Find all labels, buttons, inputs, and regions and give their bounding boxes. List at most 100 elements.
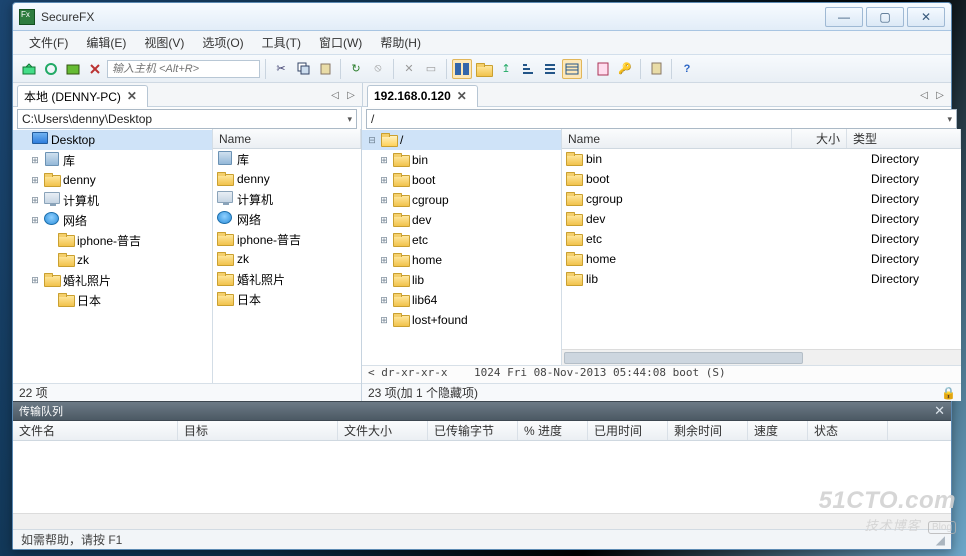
expando-icon[interactable]: ⊞ (378, 195, 390, 206)
tree-node[interactable]: ⊞ boot (362, 170, 561, 190)
tb-list-icon[interactable] (540, 59, 560, 79)
column-type[interactable]: 类型 (847, 129, 961, 148)
tree-node[interactable]: ⊞ etc (362, 230, 561, 250)
expando-icon[interactable]: ⊞ (378, 175, 390, 186)
tabs-prev-icon[interactable]: ◁ (328, 87, 342, 103)
list-item[interactable]: dev Directory (562, 209, 961, 229)
resize-grip-icon[interactable]: ◢ (936, 533, 943, 547)
list-item[interactable]: 库 (213, 149, 361, 169)
tree-node[interactable]: 日本 (13, 290, 212, 310)
tb-delete-icon[interactable]: ✕ (399, 59, 419, 79)
tree-node[interactable]: ⊞ 婚礼照片 (13, 270, 212, 290)
list-item[interactable]: iphone-普吉 (213, 229, 361, 249)
menu-file[interactable]: 文件(F) (21, 32, 76, 53)
tb-copy-icon[interactable] (293, 59, 313, 79)
tb-refresh-icon[interactable]: ↻ (346, 59, 366, 79)
close-icon[interactable]: ✕ (934, 403, 945, 419)
expando-icon[interactable]: ⊞ (29, 175, 41, 186)
tb-help-icon[interactable]: ? (677, 59, 697, 79)
expando-icon[interactable]: ⊞ (29, 195, 41, 206)
column-name[interactable]: Name (213, 129, 361, 148)
tb-bookmark-icon[interactable] (646, 59, 666, 79)
local-list[interactable]: 库 denny 计算机 网络 iphone-普吉 zk 婚礼照片 日本 (213, 149, 361, 383)
close-icon[interactable]: ✕ (125, 89, 139, 103)
tb-quick-connect-icon[interactable] (19, 59, 39, 79)
expando-icon[interactable]: ⊞ (378, 155, 390, 166)
menu-window[interactable]: 窗口(W) (311, 32, 370, 53)
tb-two-pane-icon[interactable] (452, 59, 472, 79)
tree-node[interactable]: ⊞ lib64 (362, 290, 561, 310)
tb-stop-icon[interactable]: ⦸ (368, 59, 388, 79)
tb-key-icon[interactable]: 🔑 (615, 59, 635, 79)
expando-icon[interactable]: ⊞ (378, 315, 390, 326)
remote-path-combo[interactable]: / ▾ (366, 109, 957, 129)
queue-column[interactable]: % 进度 (518, 421, 588, 440)
tb-details-icon[interactable] (562, 59, 582, 79)
list-item[interactable]: boot Directory (562, 169, 961, 189)
tb-upload-icon[interactable]: ↥ (496, 59, 516, 79)
expando-icon[interactable]: ⊞ (378, 235, 390, 246)
menu-edit[interactable]: 编辑(E) (78, 32, 134, 53)
close-button[interactable]: ✕ (907, 7, 945, 27)
menu-view[interactable]: 视图(V) (136, 32, 192, 53)
tb-paste-icon[interactable] (315, 59, 335, 79)
tree-node[interactable]: ⊞ home (362, 250, 561, 270)
tb-reconnect-icon[interactable] (41, 59, 61, 79)
transfer-queue-body[interactable] (13, 441, 951, 513)
tab-remote[interactable]: 192.168.0.120 ✕ (367, 85, 478, 107)
queue-column[interactable]: 文件名 (13, 421, 178, 440)
maximize-button[interactable]: ▢ (866, 7, 904, 27)
list-item[interactable]: 网络 (213, 209, 361, 229)
tb-cut-icon[interactable]: ✂ (271, 59, 291, 79)
menu-options[interactable]: 选项(O) (194, 32, 251, 53)
tree-node[interactable]: ⊞ 库 (13, 150, 212, 170)
transfer-queue-hscrollbar[interactable] (13, 513, 951, 529)
expando-icon[interactable]: ⊞ (29, 275, 41, 286)
tree-node[interactable]: ⊞ denny (13, 170, 212, 190)
tb-disconnect-icon[interactable] (85, 59, 105, 79)
expando-icon[interactable]: ⊞ (378, 215, 390, 226)
close-icon[interactable]: ✕ (455, 89, 469, 103)
tree-node[interactable]: ⊞ cgroup (362, 190, 561, 210)
column-name[interactable]: Name (562, 129, 792, 148)
queue-column[interactable]: 速度 (748, 421, 808, 440)
tb-session-icon[interactable] (63, 59, 83, 79)
queue-column[interactable]: 文件大小 (338, 421, 428, 440)
list-item[interactable]: 日本 (213, 289, 361, 309)
queue-column[interactable]: 已用时间 (588, 421, 668, 440)
column-size[interactable]: 大小 (792, 129, 847, 148)
tree-node[interactable]: ⊞ 计算机 (13, 190, 212, 210)
local-tree[interactable]: Desktop ⊞ 库 ⊞ denny ⊞ 计算机 ⊞ 网络 iphone-普吉 (13, 129, 212, 383)
tree-node[interactable]: ⊞ lib (362, 270, 561, 290)
queue-column[interactable]: 目标 (178, 421, 338, 440)
menu-tools[interactable]: 工具(T) (254, 32, 309, 53)
expando-icon[interactable]: ⊞ (29, 215, 41, 226)
tree-node[interactable]: ⊞ bin (362, 150, 561, 170)
tree-node[interactable]: ⊟ / (362, 130, 561, 150)
tree-node[interactable]: ⊞ dev (362, 210, 561, 230)
tb-new-folder-icon[interactable] (474, 59, 494, 79)
expando-icon[interactable]: ⊟ (366, 135, 378, 146)
list-item[interactable]: denny (213, 169, 361, 189)
list-item[interactable]: zk (213, 249, 361, 269)
queue-column[interactable]: 状态 (808, 421, 888, 440)
tb-tree-icon[interactable] (518, 59, 538, 79)
expando-icon[interactable]: ⊞ (378, 295, 390, 306)
tabs-next-icon[interactable]: ▷ (933, 87, 947, 103)
remote-list[interactable]: bin Directory boot Directory cgroup Dire… (562, 149, 961, 349)
remote-hscrollbar[interactable] (562, 349, 961, 365)
list-item[interactable]: etc Directory (562, 229, 961, 249)
host-input[interactable] (107, 60, 260, 78)
list-item[interactable]: home Directory (562, 249, 961, 269)
tabs-next-icon[interactable]: ▷ (344, 87, 358, 103)
expando-icon[interactable]: ⊞ (29, 155, 41, 166)
expando-icon[interactable]: ⊞ (378, 275, 390, 286)
tree-node[interactable]: ⊞ 网络 (13, 210, 212, 230)
tabs-prev-icon[interactable]: ◁ (917, 87, 931, 103)
remote-tree[interactable]: ⊟ / ⊞ bin ⊞ boot ⊞ cgroup ⊞ dev ⊞ etc (362, 129, 561, 365)
tree-node[interactable]: ⊞ lost+found (362, 310, 561, 330)
tb-properties-icon[interactable] (593, 59, 613, 79)
tree-node[interactable]: iphone-普吉 (13, 230, 212, 250)
list-item[interactable]: cgroup Directory (562, 189, 961, 209)
tab-local[interactable]: 本地 (DENNY-PC) ✕ (17, 85, 148, 107)
